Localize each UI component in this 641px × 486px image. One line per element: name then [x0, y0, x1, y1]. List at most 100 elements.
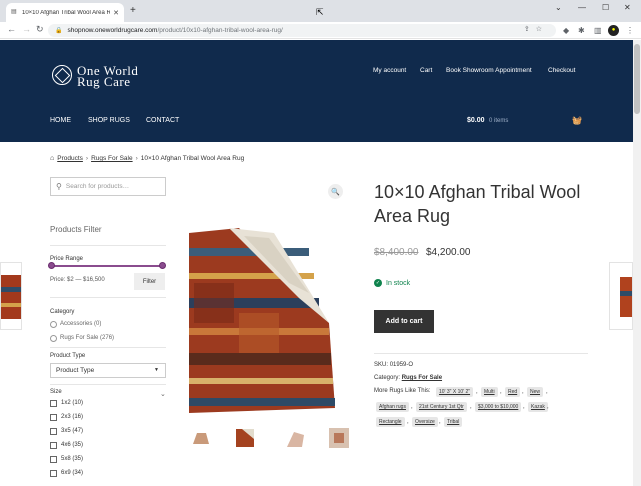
new-tab-button[interactable]: + — [130, 5, 136, 16]
maximize-icon[interactable]: ☐ — [602, 3, 609, 12]
size-2x3[interactable]: 2x3 (16) — [61, 414, 83, 420]
profile-avatar[interactable]: ● — [608, 25, 619, 36]
site-header — [0, 40, 633, 142]
filter-title: Products Filter — [50, 225, 102, 234]
tab-strip: ▤ 10×10 Afghan Tribal Wool Area R ✕ + ⇱ … — [0, 0, 641, 22]
minimize-icon[interactable]: — — [578, 3, 586, 12]
price-slider-max-handle[interactable] — [159, 262, 166, 269]
cart-count[interactable]: 0 items — [489, 118, 508, 124]
size-5x8[interactable]: 5x8 (35) — [61, 456, 83, 462]
divider — [50, 245, 166, 246]
tag-21st-century[interactable]: 21st Century 1st Qtr — [416, 402, 467, 412]
link-checkout[interactable]: Checkout — [548, 67, 575, 74]
url-path: /product/10x10-afghan-tribal-wool-area-r… — [157, 27, 283, 34]
link-my-account[interactable]: My account — [373, 67, 406, 74]
size-checkbox-2x3[interactable] — [50, 414, 57, 421]
logo-knot-icon — [52, 65, 72, 85]
tab-search-icon[interactable]: ⌄ — [555, 3, 562, 12]
divider — [50, 297, 166, 298]
sale-price: $4,200.00 — [426, 247, 471, 258]
tag-size[interactable]: 10' 3" X 10' 2" — [436, 387, 474, 397]
search-placeholder: Search for products… — [65, 183, 130, 190]
previous-product-link[interactable] — [0, 262, 22, 330]
tag-rectangle[interactable]: Rectangle — [376, 417, 405, 427]
lock-icon: 🔒 — [55, 28, 63, 34]
add-to-cart-button[interactable]: Add to cart — [374, 310, 434, 333]
home-icon[interactable]: ⌂ — [50, 155, 54, 162]
close-window-icon[interactable]: ✕ — [624, 3, 631, 12]
product-type-select[interactable]: Product Type ▼ — [50, 363, 166, 378]
tag-new[interactable]: New — [527, 387, 544, 397]
category-link[interactable]: Rugs For Sale — [402, 375, 442, 381]
category-accessories[interactable]: Accessories (0) — [60, 321, 101, 327]
size-checkbox-6x9[interactable] — [50, 470, 57, 477]
size-label: Size — [50, 389, 62, 395]
nav-home[interactable]: HOME — [50, 117, 71, 124]
nav-contact[interactable]: CONTACT — [146, 117, 179, 124]
tag-price-range[interactable]: $3,000 to $10,000 — [475, 402, 522, 412]
link-cart[interactable]: Cart — [420, 67, 432, 74]
next-product-link[interactable] — [609, 262, 633, 330]
product-type-label: Product Type — [50, 353, 86, 359]
filter-button[interactable]: Filter — [134, 273, 165, 290]
close-tab-icon[interactable]: ✕ — [113, 9, 119, 17]
address-bar[interactable]: 🔒 shopnow.oneworldrugcare.com/product/10… — [48, 24, 556, 37]
check-icon: ✓ — [374, 279, 382, 287]
extension-icon[interactable]: ◆ — [563, 26, 569, 35]
tag-red[interactable]: Red — [505, 387, 521, 397]
stock-text: In stock — [386, 279, 411, 287]
size-checkbox-4x6[interactable] — [50, 442, 57, 449]
price-slider-min-handle[interactable] — [48, 262, 55, 269]
thumbnail-3[interactable] — [284, 427, 306, 449]
zoom-icon[interactable]: 🔍 — [328, 184, 343, 199]
puzzle-icon[interactable]: ✱ — [578, 26, 585, 35]
tag-multi[interactable]: Multi — [481, 387, 498, 397]
chevron-down-icon: ▼ — [154, 367, 159, 373]
sku-value: 01959-O — [389, 362, 414, 368]
share-icon[interactable]: ⇪ — [524, 26, 536, 33]
category-rugs-for-sale[interactable]: Rugs For Sale (276) — [60, 335, 114, 341]
size-checkbox-3x5[interactable] — [50, 428, 57, 435]
mouse-cursor-icon: ⇱ — [316, 7, 324, 17]
size-checkbox-5x8[interactable] — [50, 456, 57, 463]
back-icon[interactable]: ← — [7, 24, 16, 34]
basket-icon[interactable]: 🧺 — [572, 116, 582, 125]
tag-oversize[interactable]: Oversize — [412, 417, 438, 427]
star-icon[interactable]: ☆ — [536, 26, 548, 33]
browser-tab[interactable]: ▤ 10×10 Afghan Tribal Wool Area R ✕ — [6, 3, 124, 22]
price-slider-track[interactable] — [52, 265, 163, 267]
browser-toolbar: ← → ↻ 🔒 shopnow.oneworldrugcare.com/prod… — [0, 22, 641, 39]
breadcrumb-products[interactable]: Products — [57, 155, 83, 162]
thumbnail-1[interactable] — [190, 427, 212, 449]
category-radio-rugs[interactable] — [50, 335, 57, 342]
tag-afghan-rugs[interactable]: Afghan rugs — [376, 402, 409, 412]
product-image[interactable] — [189, 228, 335, 413]
category-radio-accessories[interactable] — [50, 321, 57, 328]
tag-kazak[interactable]: Kazak — [528, 402, 548, 412]
product-type-value: Product Type — [56, 367, 95, 374]
menu-icon[interactable]: ⋮ — [626, 26, 634, 35]
divider — [50, 347, 166, 348]
nav-shop-rugs[interactable]: SHOP RUGS — [88, 117, 130, 124]
tag-tribal[interactable]: Tribal — [444, 417, 463, 427]
reload-icon[interactable]: ↻ — [36, 24, 44, 35]
forward-icon[interactable]: → — [22, 24, 31, 34]
breadcrumb: ⌂ Products › Rugs For Sale › 10×10 Afghan Tri… — [50, 155, 245, 162]
stock-status: ✓ In stock — [374, 279, 410, 287]
size-3x5[interactable]: 3x5 (47) — [61, 428, 83, 434]
thumbnail-4[interactable] — [328, 427, 350, 449]
product-search-input[interactable]: ⚲ Search for products… — [50, 177, 166, 196]
sku-row: SKU: 01959-O — [374, 362, 413, 368]
scrollbar-thumb[interactable] — [634, 44, 640, 114]
next-product-image — [620, 277, 632, 317]
size-4x6[interactable]: 4x6 (35) — [61, 442, 83, 448]
breadcrumb-rugs-for-sale[interactable]: Rugs For Sale — [91, 155, 133, 162]
thumbnail-2[interactable] — [234, 427, 256, 449]
cart-total[interactable]: $0.00 — [467, 117, 485, 124]
sidebar-icon[interactable]: ▥ — [594, 26, 602, 35]
size-1x2[interactable]: 1x2 (10) — [61, 400, 83, 406]
size-6x9[interactable]: 6x9 (34) — [61, 470, 83, 476]
link-book-appointment[interactable]: Book Showroom Appointment — [446, 67, 532, 74]
size-checkbox-1x2[interactable] — [50, 400, 57, 407]
collapse-icon[interactable]: ⌄ — [160, 390, 166, 398]
